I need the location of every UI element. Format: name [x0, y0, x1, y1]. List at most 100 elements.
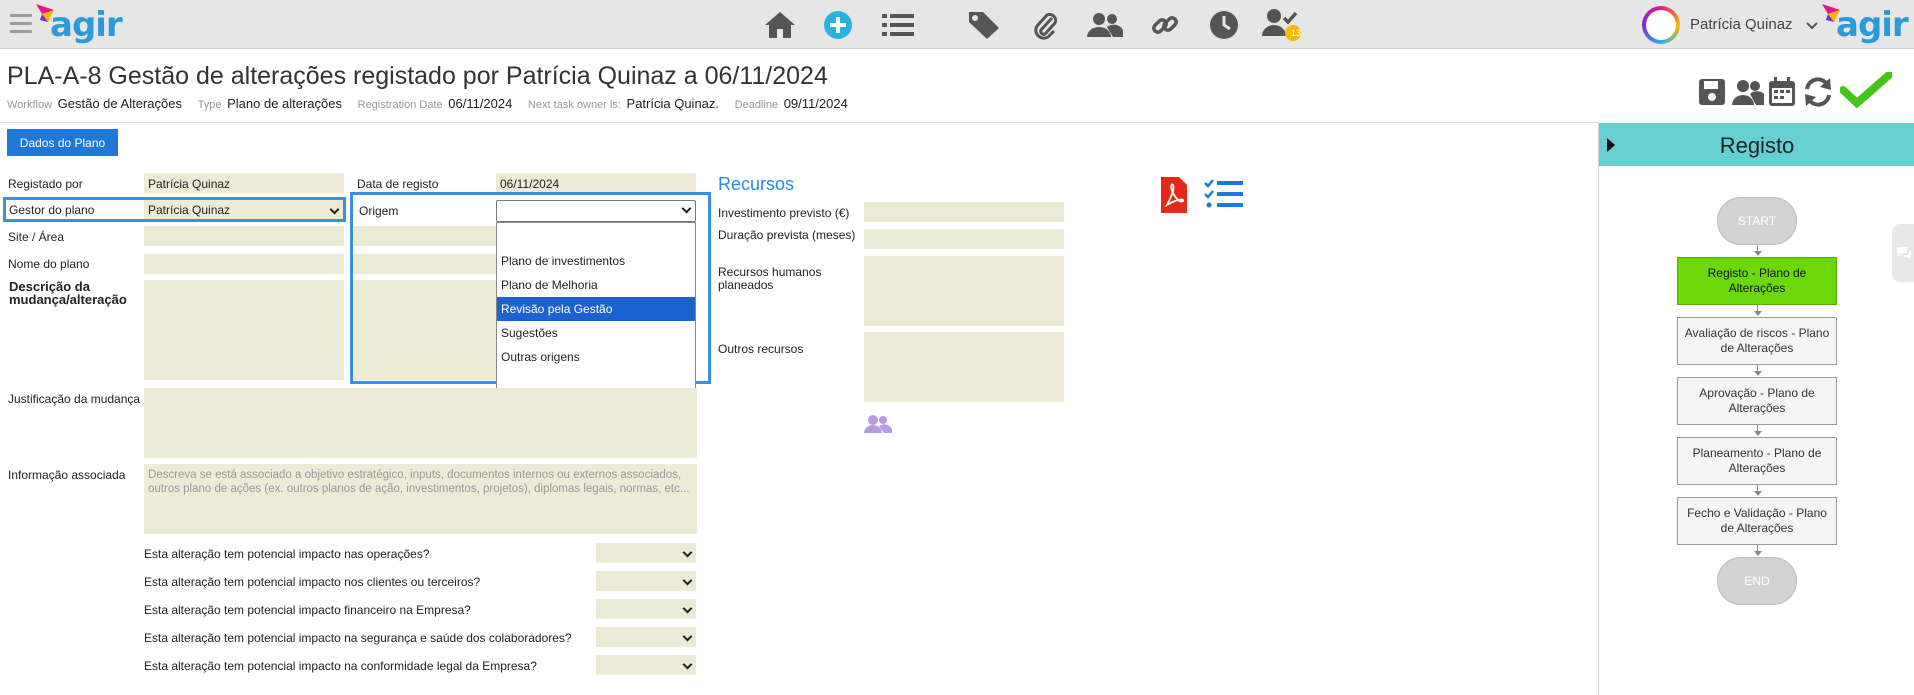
descricao-field[interactable]	[144, 280, 344, 380]
users-icon[interactable]	[1085, 6, 1125, 44]
user-name: Patrícia Quinaz	[1690, 16, 1793, 33]
data-registo-label: Data de registo	[357, 177, 439, 191]
meta-value: Patrícia Quinaz.	[626, 96, 720, 111]
question-select[interactable]	[596, 599, 696, 619]
site-field[interactable]	[144, 226, 344, 246]
origem-option[interactable]: Plano de Melhoria	[497, 273, 695, 297]
flow-step[interactable]: Aprovação - Plano de Alterações	[1677, 377, 1837, 425]
justificacao-field[interactable]	[144, 388, 697, 458]
origem-select[interactable]	[496, 200, 696, 222]
nome-field[interactable]	[144, 254, 344, 274]
question-select[interactable]	[596, 627, 696, 647]
chevron-down-icon	[682, 603, 693, 614]
users-icon[interactable]	[1732, 78, 1764, 106]
origem-dropdown-list: Plano de investimentos Plano de Melhoria…	[496, 222, 696, 389]
workflow-header[interactable]: Registo	[1599, 123, 1914, 166]
user-check-icon[interactable]: 13	[1262, 6, 1302, 44]
meta-key: Next task owner is:	[527, 99, 621, 111]
arrow-down-icon	[1754, 491, 1762, 496]
link-icon[interactable]	[1145, 6, 1185, 44]
origem-label: Origem	[359, 204, 399, 218]
arrow-down-icon	[1754, 431, 1762, 436]
question-select[interactable]	[596, 571, 696, 591]
origem-option-highlighted[interactable]: Revisão pela Gestão	[497, 297, 695, 321]
duracao-field[interactable]	[864, 229, 1064, 249]
outros-label: Outros recursos	[718, 342, 804, 356]
chevron-down-icon	[1806, 22, 1818, 30]
nome-label: Nome do plano	[8, 257, 90, 271]
tags-icon[interactable]	[965, 6, 1005, 44]
flow-step[interactable]: Planeamento - Plano de Alterações	[1677, 437, 1837, 485]
meta-key: Type	[197, 99, 222, 111]
informacao-placeholder: Descreva se está associado a objetivo es…	[148, 469, 690, 495]
notification-count: 13	[1290, 28, 1301, 38]
arrow-down-icon	[1754, 551, 1762, 556]
meta-key: Deadline	[734, 99, 779, 111]
chevron-down-icon	[682, 547, 693, 558]
logo-text: agir	[1836, 5, 1909, 45]
question-select[interactable]	[596, 543, 696, 563]
flow-end: END	[1717, 557, 1797, 605]
avatar	[1642, 6, 1680, 44]
refresh-icon[interactable]	[1802, 76, 1834, 108]
question-label: Esta alteração tem potencial impacto nas…	[144, 547, 430, 561]
meta-value: 06/11/2024	[448, 96, 513, 111]
paperclip-icon[interactable]	[1025, 6, 1065, 44]
calendar-icon[interactable]	[1768, 77, 1796, 107]
registado-por-value: Patrícia Quinaz	[148, 177, 231, 191]
justificacao-label: Justificação da mudança	[8, 392, 141, 406]
outros-field[interactable]	[864, 332, 1064, 402]
origem-option[interactable]: Plano de investimentos	[497, 249, 695, 273]
chat-tab[interactable]	[1892, 224, 1914, 282]
meta-key: Workflow	[7, 99, 53, 111]
menu-icon[interactable]	[10, 14, 32, 34]
registado-por-field: Patrícia Quinaz	[144, 173, 344, 193]
flow-step-active[interactable]: Registo - Plano de Alterações	[1677, 257, 1837, 305]
flow-step[interactable]: Fecho e Validação - Plano de Alterações	[1677, 497, 1837, 545]
list-icon[interactable]	[878, 6, 918, 44]
checklist-icon[interactable]	[1204, 178, 1244, 210]
top-bar: agir 13 Patrícia Quinaz agir	[0, 0, 1914, 49]
question-label: Esta alteração tem potencial impacto na …	[144, 659, 537, 673]
chevron-down-icon	[329, 204, 340, 215]
add-icon[interactable]	[818, 6, 858, 44]
chat-icon	[1897, 247, 1911, 259]
workflow-panel: Registo START Registo - Plano de Alteraç…	[1598, 122, 1914, 695]
humanos-field[interactable]	[864, 256, 1064, 326]
logo[interactable]: agir	[36, 4, 126, 45]
chevron-down-icon	[681, 203, 692, 214]
registado-por-label: Registado por	[8, 177, 83, 191]
meta-value: Plano de alterações	[227, 96, 342, 111]
investimento-field[interactable]	[864, 202, 1064, 222]
brand-logo: agir	[1822, 4, 1912, 45]
meta-key: Registration Date	[357, 99, 443, 111]
investimento-label: Investimento previsto (€)	[718, 206, 850, 220]
question-label: Esta alteração tem potencial impacto nos…	[144, 575, 481, 589]
origem-option[interactable]: Sugestões	[497, 321, 695, 345]
origem-option[interactable]	[497, 225, 695, 249]
workflow-title: Registo	[1719, 133, 1795, 158]
pdf-icon[interactable]	[1159, 177, 1189, 213]
clock-icon[interactable]	[1204, 6, 1244, 44]
flow-start: START	[1717, 197, 1797, 245]
users-icon[interactable]	[864, 414, 892, 434]
humanos-label: Recursos humanos planeados	[718, 265, 822, 292]
check-icon[interactable]	[1840, 72, 1892, 108]
data-registo-field: 06/11/2024	[496, 173, 696, 193]
recursos-title: Recursos	[718, 174, 795, 194]
informacao-field[interactable]: Descreva se está associado a objetivo es…	[144, 464, 697, 534]
informacao-label: Informação associada	[8, 468, 126, 482]
origem-option[interactable]: Outras origens	[497, 345, 695, 369]
save-icon[interactable]	[1698, 78, 1726, 106]
flow-step[interactable]: Avaliação de riscos - Plano de Alteraçõe…	[1677, 317, 1837, 365]
divider	[0, 122, 1598, 123]
tab-dados-do-plano[interactable]: Dados do Plano	[7, 129, 118, 156]
descricao-label: Descrição da mudança/alteração	[9, 279, 127, 307]
gestor-label: Gestor do plano	[9, 203, 95, 217]
meta-value: Gestão de Alterações	[57, 96, 182, 111]
page-title: PLA-A-8 Gestão de alterações registado p…	[7, 62, 828, 90]
home-icon[interactable]	[760, 6, 800, 44]
gestor-select[interactable]: Patrícia Quinaz	[144, 200, 343, 219]
question-select[interactable]	[596, 655, 696, 675]
gestor-value: Patrícia Quinaz	[148, 203, 231, 217]
